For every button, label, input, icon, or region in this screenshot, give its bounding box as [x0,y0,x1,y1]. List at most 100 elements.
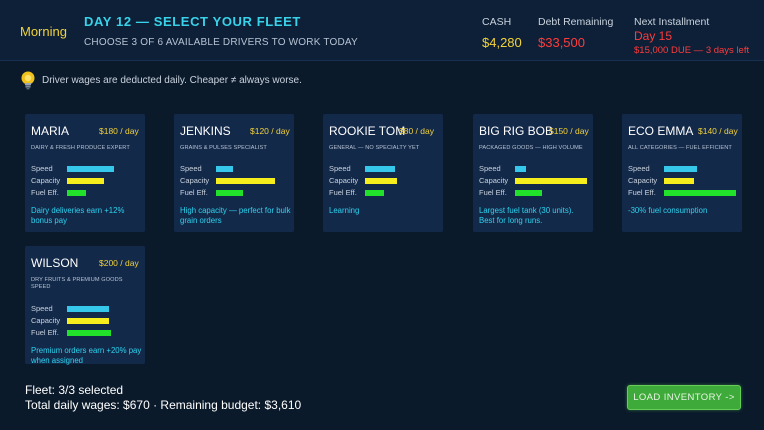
stat-bar-speed [515,166,526,172]
installment-label: Next Installment [634,16,710,28]
cash-label: CASH [482,16,512,28]
stat-row-speed: Speed [628,164,738,174]
wages-summary: Total daily wages: $670 · Remaining budg… [25,398,302,412]
stat-bar-speed [216,166,233,172]
driver-wage: $140 / day [698,126,738,136]
driver-card[interactable]: JENKINS $120 / day GRAINS & PULSES SPECIAL… [174,114,294,232]
stat-label: Capacity [329,176,359,185]
driver-perk: High capacity — perfect for bulk grain o… [180,206,291,225]
stat-bar-capacity [67,178,104,184]
stat-row-speed: Speed [31,304,141,314]
stat-bar-capacity [365,178,397,184]
tip-text: Driver wages are deducted daily. Cheaper… [42,75,302,86]
driver-wage: $120 / day [250,126,290,136]
lightbulb-icon [21,71,35,90]
driver-specialty: GRAINS & PULSES SPECIALIST [180,145,267,151]
driver-specialty: PACKAGED GOODS — HIGH VOLUME [479,145,583,151]
stat-row-fuel: Fuel Eff. [31,328,141,338]
installment-due: $15,000 DUE — 3 days left [634,45,750,56]
driver-wage: $150 / day [549,126,589,136]
stat-bar-capacity [67,318,109,324]
driver-name: MARIA [31,124,70,138]
driver-perk: -30% fuel consumption [628,206,708,215]
stat-label: Speed [479,164,501,173]
load-inventory-button[interactable]: LOAD INVENTORY -> [627,385,741,410]
stat-row-fuel: Fuel Eff. [180,188,290,198]
stat-row-speed: Speed [180,164,290,174]
stat-row-fuel: Fuel Eff. [329,188,439,198]
stat-bar-fuel [664,190,736,196]
stat-bar-fuel [515,190,542,196]
driver-specialty: GENERAL — NO SPECIALTY YET [329,145,420,151]
stat-bar-fuel [67,330,111,336]
day-subtitle: CHOOSE 3 OF 6 AVAILABLE DRIVERS TO WORK … [84,37,358,48]
cash-value: $4,280 [482,35,522,50]
stat-bar-speed [67,306,109,312]
stat-row-capacity: Capacity [479,176,589,186]
stat-label: Capacity [180,176,210,185]
driver-card[interactable]: ECO EMMA $140 / day ALL CATEGORIES — FUEL … [622,114,742,232]
stat-label: Fuel Eff. [329,188,357,197]
driver-name: BIG RIG BOB [479,124,554,138]
driver-name: JENKINS [180,124,231,138]
driver-card[interactable]: BIG RIG BOB $150 / day PACKAGED GOODS — HI… [473,114,593,232]
stat-row-speed: Speed [31,164,141,174]
driver-specialty: DRY FRUITS & PREMIUM GOODS SPEED [31,277,123,290]
driver-name: ECO EMMA [628,124,694,138]
fleet-count: Fleet: 3/3 selected [25,383,124,397]
stat-row-fuel: Fuel Eff. [479,188,589,198]
driver-wage: $200 / day [99,258,139,268]
driver-name: ROOKIE TOM [329,124,406,138]
stat-row-speed: Speed [329,164,439,174]
stat-label: Fuel Eff. [628,188,656,197]
debt-value: $33,500 [538,35,585,50]
stat-row-capacity: Capacity [628,176,738,186]
installment-day: Day 15 [634,29,673,43]
stat-label: Fuel Eff. [180,188,208,197]
stat-row-fuel: Fuel Eff. [31,188,141,198]
stat-label: Capacity [31,176,61,185]
stat-label: Fuel Eff. [479,188,507,197]
stat-label: Fuel Eff. [31,328,59,337]
debt-label: Debt Remaining [538,16,614,28]
stat-row-capacity: Capacity [180,176,290,186]
stat-label: Speed [31,164,53,173]
stat-label: Capacity [479,176,509,185]
driver-perk: Premium orders earn +20% pay when assign… [31,346,142,365]
driver-card[interactable]: WILSON $200 / day DRY FRUITS & PREMIUM GOO… [25,246,145,365]
driver-perk: Learning [329,206,360,215]
stat-label: Fuel Eff. [31,188,59,197]
stat-row-speed: Speed [479,164,589,174]
driver-specialty: DAIRY & FRESH PRODUCE EXPERT [31,145,130,151]
stat-label: Speed [180,164,202,173]
driver-specialty: ALL CATEGORIES — FUEL EFFICIENT [628,145,732,151]
driver-wage: $180 / day [99,126,139,136]
stat-bar-speed [67,166,114,172]
stat-label: Capacity [628,176,658,185]
stat-bar-capacity [216,178,275,184]
stat-label: Speed [628,164,650,173]
driver-perk: Largest fuel tank (30 units). Best for l… [479,206,574,225]
driver-card[interactable]: ROOKIE TOM $80 / day GENERAL — NO SPECIALT… [323,114,443,232]
stat-label: Speed [31,304,53,313]
game-screen: Morning DAY 12 — SELECT YOUR FLEET CHOOS… [0,0,764,430]
stat-row-capacity: Capacity [329,176,439,186]
stat-bar-speed [365,166,395,172]
stat-row-fuel: Fuel Eff. [628,188,738,198]
stat-bar-speed [664,166,697,172]
driver-wage: $80 / day [399,126,434,136]
day-title: DAY 12 — SELECT YOUR FLEET [84,14,301,29]
stat-row-capacity: Capacity [31,316,141,326]
stat-row-capacity: Capacity [31,176,141,186]
driver-card[interactable]: MARIA $180 / day DAIRY & FRESH PRODUCE EXP… [25,114,145,232]
stat-bar-fuel [216,190,243,196]
stat-bar-fuel [67,190,86,196]
stat-label: Speed [329,164,351,173]
stat-bar-capacity [664,178,694,184]
top-header: Morning DAY 12 — SELECT YOUR FLEET CHOOS… [0,0,764,61]
stat-bar-capacity [515,178,587,184]
stat-label: Capacity [31,316,61,325]
stat-bar-fuel [365,190,384,196]
driver-perk: Dairy deliveries earn +12% bonus pay [31,206,125,225]
driver-name: WILSON [31,256,79,270]
